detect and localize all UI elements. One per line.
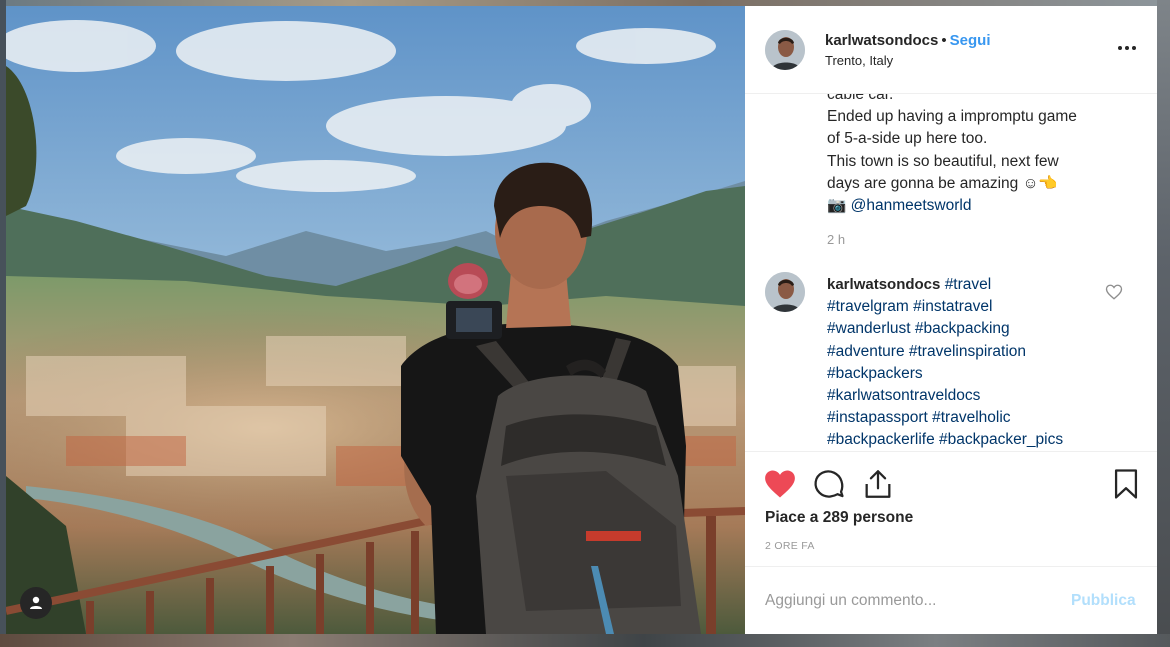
share-icon[interactable] <box>861 467 895 501</box>
follow-button[interactable]: Segui <box>950 32 991 49</box>
comments-area[interactable]: cable car. Ended up having a impromptu g… <box>745 94 1157 451</box>
mention-link[interactable]: @hanmeetsworld <box>851 197 972 214</box>
avatar[interactable] <box>765 30 805 70</box>
post-header: karlwatsondocs • Segui Trento, Italy <box>745 6 1157 94</box>
caption-timestamp[interactable]: 2 h <box>827 232 845 247</box>
comment-icon[interactable] <box>812 467 846 501</box>
avatar-image <box>765 30 805 70</box>
backdrop-bottom <box>0 634 1170 647</box>
publish-button[interactable]: Pubblica <box>1071 592 1136 610</box>
likes-suffix: persone <box>848 509 914 526</box>
user-icon <box>30 596 42 609</box>
likes-number: 289 <box>822 509 849 526</box>
hashtag-line[interactable]: #karlwatsontraveldocs <box>827 385 1127 407</box>
comment-like-icon[interactable] <box>1105 283 1123 301</box>
header-name-line: karlwatsondocs • Segui <box>825 32 990 49</box>
likes-prefix: Piace a <box>765 509 823 526</box>
caption-credit-line: 📷 @hanmeetsworld <box>827 195 1127 217</box>
hashtag-line[interactable]: #backpackers <box>827 363 1127 385</box>
hashtag-line[interactable]: #adventure #travelinspiration <box>827 341 1127 363</box>
hashtag-line[interactable]: #travelgram #instatravel <box>827 296 1127 318</box>
bookmark-icon[interactable] <box>1109 467 1143 501</box>
caption-line: of 5-a-side up here too. <box>827 130 988 148</box>
add-comment-section: Pubblica <box>745 566 1157 635</box>
hashtag-line[interactable]: #wanderlust #backpacking <box>827 318 1127 340</box>
tagged-users-button[interactable] <box>20 587 52 619</box>
post-photo[interactable] <box>6 6 745 634</box>
comment-text: karlwatsondocs #travel #travelgram #inst… <box>827 274 1127 451</box>
post-actions: Piace a 289 persone 2 ORE FA <box>745 451 1157 567</box>
camera-icon: 📷 <box>827 197 847 215</box>
post-timestamp[interactable]: 2 ORE FA <box>765 540 815 552</box>
comment-username-link[interactable]: karlwatsondocs <box>827 276 940 293</box>
caption-text: cable car. Ended up having a impromptu g… <box>827 94 1127 217</box>
avatar[interactable] <box>765 272 805 312</box>
heart-icon[interactable] <box>763 467 797 501</box>
caption-line: days are gonna be amazing ☺👈 <box>827 174 1058 192</box>
separator-dot: • <box>941 32 947 49</box>
username-link[interactable]: karlwatsondocs <box>825 32 938 49</box>
post-side-panel: karlwatsondocs • Segui Trento, Italy cable… <box>745 6 1157 634</box>
caption-line: This town is so beautiful, next few <box>827 152 1059 170</box>
avatar-image <box>765 272 805 312</box>
more-options-icon[interactable] <box>1115 38 1139 58</box>
likes-count[interactable]: Piace a 289 persone <box>765 509 913 527</box>
hashtag-line[interactable]: #instapassport #travelholic <box>827 407 1127 429</box>
backdrop-right <box>1157 0 1170 647</box>
comment-input[interactable] <box>765 587 1055 615</box>
location-link[interactable]: Trento, Italy <box>825 53 893 68</box>
hashtag-link[interactable]: #travel <box>945 276 992 293</box>
photo-scene <box>6 6 745 634</box>
hashtag-line[interactable]: #backpackerlife #backpacker_pics <box>827 429 1127 451</box>
caption-line: Ended up having a impromptu game <box>827 108 1077 126</box>
caption-line: cable car. <box>827 94 894 103</box>
